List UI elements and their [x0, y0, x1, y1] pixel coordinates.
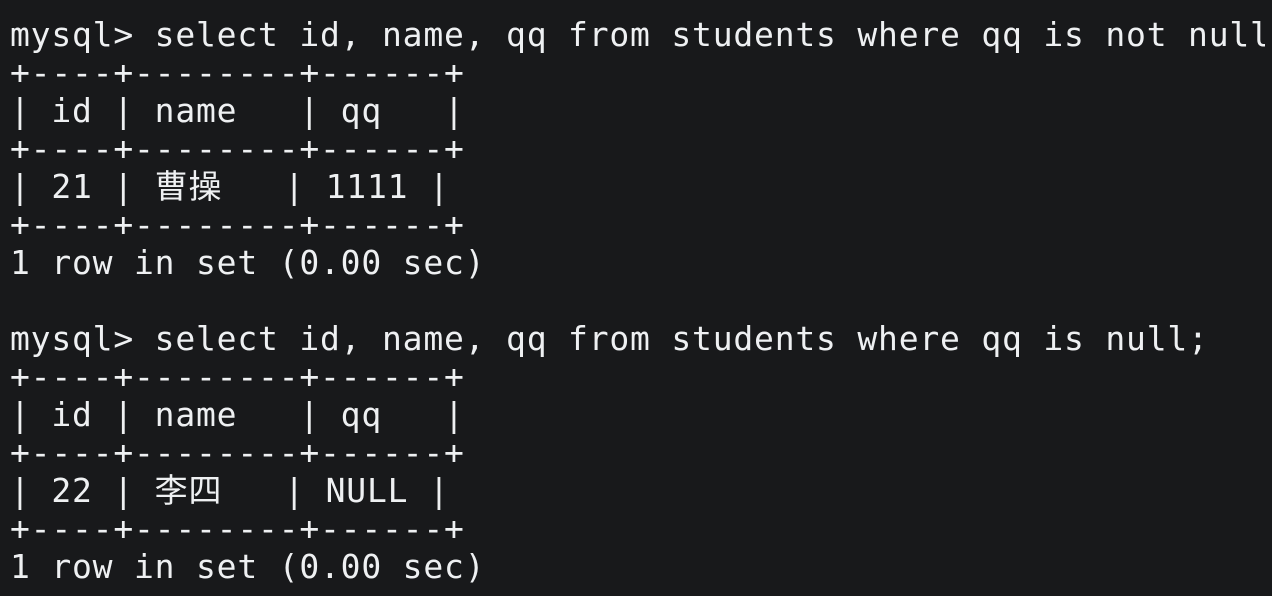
- table-border-bottom: +----+--------+------+: [10, 510, 465, 548]
- query-block-2: mysql> select id, name, qq from students…: [10, 320, 1265, 586]
- table-row: | 21 | 曹操 | 1111 |: [10, 168, 450, 206]
- table-border-bottom: +----+--------+------+: [10, 206, 465, 244]
- command-line: mysql> select id, name, qq from students…: [10, 16, 1265, 54]
- table-row: | 22 | 李四 | NULL |: [10, 472, 450, 510]
- query-block-1: mysql> select id, name, qq from students…: [10, 16, 1265, 282]
- table-border-top: +----+--------+------+: [10, 358, 465, 396]
- result-status: 1 row in set (0.00 sec): [10, 244, 486, 282]
- command-line: mysql> select id, name, qq from students…: [10, 320, 1209, 358]
- table-border-top: +----+--------+------+: [10, 54, 465, 92]
- table-header-row: | id | name | qq |: [10, 396, 465, 434]
- result-status: 1 row in set (0.00 sec): [10, 548, 486, 586]
- table-border-middle: +----+--------+------+: [10, 130, 465, 168]
- table-border-middle: +----+--------+------+: [10, 434, 465, 472]
- table-header-row: | id | name | qq |: [10, 92, 465, 130]
- terminal-window[interactable]: mysql> select id, name, qq from students…: [0, 0, 1272, 596]
